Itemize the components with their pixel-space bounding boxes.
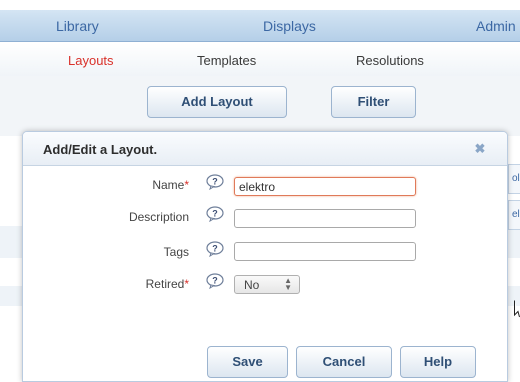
help-question-icon[interactable]: ? bbox=[206, 241, 226, 258]
svg-text:?: ? bbox=[212, 209, 218, 219]
tags-label: Tags bbox=[163, 245, 189, 259]
retired-select[interactable]: No ▲ ▼ bbox=[234, 275, 300, 294]
nav-library[interactable]: Library bbox=[56, 18, 99, 34]
help-question-icon[interactable]: ? bbox=[206, 273, 226, 290]
subnav-templates[interactable]: Templates bbox=[197, 53, 256, 68]
name-label: Name* bbox=[79, 178, 189, 192]
subnav-layouts[interactable]: Layouts bbox=[68, 53, 114, 68]
nav-shine bbox=[0, 0, 520, 10]
tags-field[interactable] bbox=[234, 242, 416, 261]
close-icon[interactable]: ✖ bbox=[472, 141, 488, 157]
dialog-title: Add/Edit a Layout. bbox=[43, 142, 158, 157]
background-tab: el bbox=[508, 200, 520, 230]
retired-label-text: Retired bbox=[145, 277, 185, 291]
nav-admin[interactable]: Admin bbox=[476, 18, 516, 34]
dialog-header[interactable]: Add/Edit a Layout. ✖ bbox=[23, 132, 507, 166]
add-layout-button[interactable]: Add Layout bbox=[147, 86, 287, 118]
svg-text:?: ? bbox=[212, 244, 218, 254]
subnav-resolutions[interactable]: Resolutions bbox=[356, 53, 424, 68]
name-field[interactable] bbox=[234, 177, 416, 196]
spinner-arrows-icon: ▲ ▼ bbox=[284, 276, 292, 292]
nav-displays[interactable]: Displays bbox=[263, 18, 316, 34]
svg-text:?: ? bbox=[212, 177, 218, 187]
mouse-pointer-icon bbox=[514, 300, 520, 323]
cancel-button[interactable]: Cancel bbox=[296, 346, 392, 378]
top-navigation: Library Displays Admin bbox=[0, 0, 520, 42]
description-label: Description bbox=[128, 210, 189, 224]
svg-text:?: ? bbox=[212, 276, 218, 286]
add-edit-layout-dialog: Add/Edit a Layout. ✖ Name* ? Description… bbox=[22, 131, 508, 382]
required-marker: * bbox=[184, 277, 189, 291]
retired-label: Retired* bbox=[79, 277, 189, 291]
name-label-text: Name bbox=[152, 178, 185, 192]
save-button[interactable]: Save bbox=[207, 346, 288, 378]
description-field[interactable] bbox=[234, 209, 416, 228]
required-marker: * bbox=[184, 178, 189, 192]
help-question-icon[interactable]: ? bbox=[206, 174, 226, 191]
help-question-icon[interactable]: ? bbox=[206, 206, 226, 223]
help-button[interactable]: Help bbox=[400, 346, 476, 378]
background-tab: ol bbox=[508, 164, 520, 194]
filter-button[interactable]: Filter bbox=[331, 86, 416, 118]
retired-value: No bbox=[244, 278, 260, 292]
sub-navigation: Layouts Templates Resolutions bbox=[0, 43, 520, 76]
app-window: Library Displays Admin Layouts Templates… bbox=[0, 0, 520, 382]
action-bar: Add Layout Filter bbox=[0, 76, 520, 136]
